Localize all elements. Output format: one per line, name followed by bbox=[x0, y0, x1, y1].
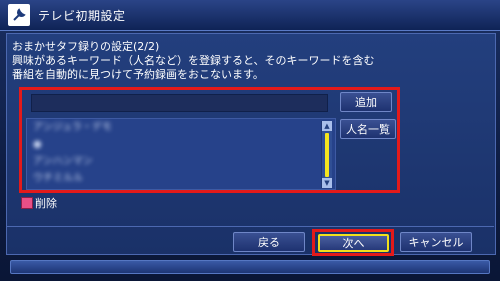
scroll-down-icon[interactable]: ▼ bbox=[322, 178, 332, 188]
add-button-label: 追加 bbox=[355, 96, 377, 109]
back-button[interactable]: 戻る bbox=[233, 232, 305, 252]
status-bar bbox=[10, 260, 490, 274]
list-item[interactable]: アンジュラ・デモ bbox=[27, 119, 335, 136]
title-bar: テレビ初期設定 bbox=[0, 0, 500, 31]
divider bbox=[6, 226, 494, 227]
keyword-list[interactable]: アンジュラ・デモ ● アンハンマン ウチミルル bbox=[26, 118, 336, 190]
next-button[interactable]: 次へ bbox=[318, 234, 389, 252]
back-button-label: 戻る bbox=[258, 236, 280, 249]
scroll-thumb[interactable] bbox=[325, 133, 329, 177]
description-line-1: 興味があるキーワード（人名など）を登録すると、そのキーワードを含む bbox=[12, 54, 375, 67]
next-button-label: 次へ bbox=[342, 237, 365, 250]
name-list-button-label: 人名一覧 bbox=[346, 123, 390, 136]
name-list-button[interactable]: 人名一覧 bbox=[340, 119, 396, 139]
delete-hint: 削除 bbox=[21, 196, 57, 210]
dialog-heading: おまかせタフ録りの設定(2/2) bbox=[12, 40, 160, 53]
red-key-icon bbox=[21, 197, 33, 209]
description-line-2: 番組を自動的に見つけて予約録画をおこないます。 bbox=[12, 68, 264, 81]
list-item[interactable]: ウチミルル bbox=[27, 170, 335, 187]
cancel-button-label: キャンセル bbox=[408, 236, 464, 249]
scroll-up-icon[interactable]: ▲ bbox=[322, 121, 332, 131]
description: おまかせタフ録りの設定(2/2) 興味があるキーワード（人名など）を登録すると、… bbox=[12, 40, 482, 82]
delete-label: 削除 bbox=[35, 197, 57, 210]
keyword-input[interactable] bbox=[31, 94, 328, 112]
list-scrollbar[interactable]: ▲ ▼ bbox=[321, 121, 332, 188]
cancel-button[interactable]: キャンセル bbox=[400, 232, 472, 252]
add-button[interactable]: 追加 bbox=[340, 92, 392, 112]
list-item[interactable]: ● bbox=[27, 136, 335, 153]
window-title: テレビ初期設定 bbox=[38, 8, 126, 23]
wrench-icon bbox=[8, 4, 30, 26]
list-item[interactable]: アンハンマン bbox=[27, 153, 335, 170]
